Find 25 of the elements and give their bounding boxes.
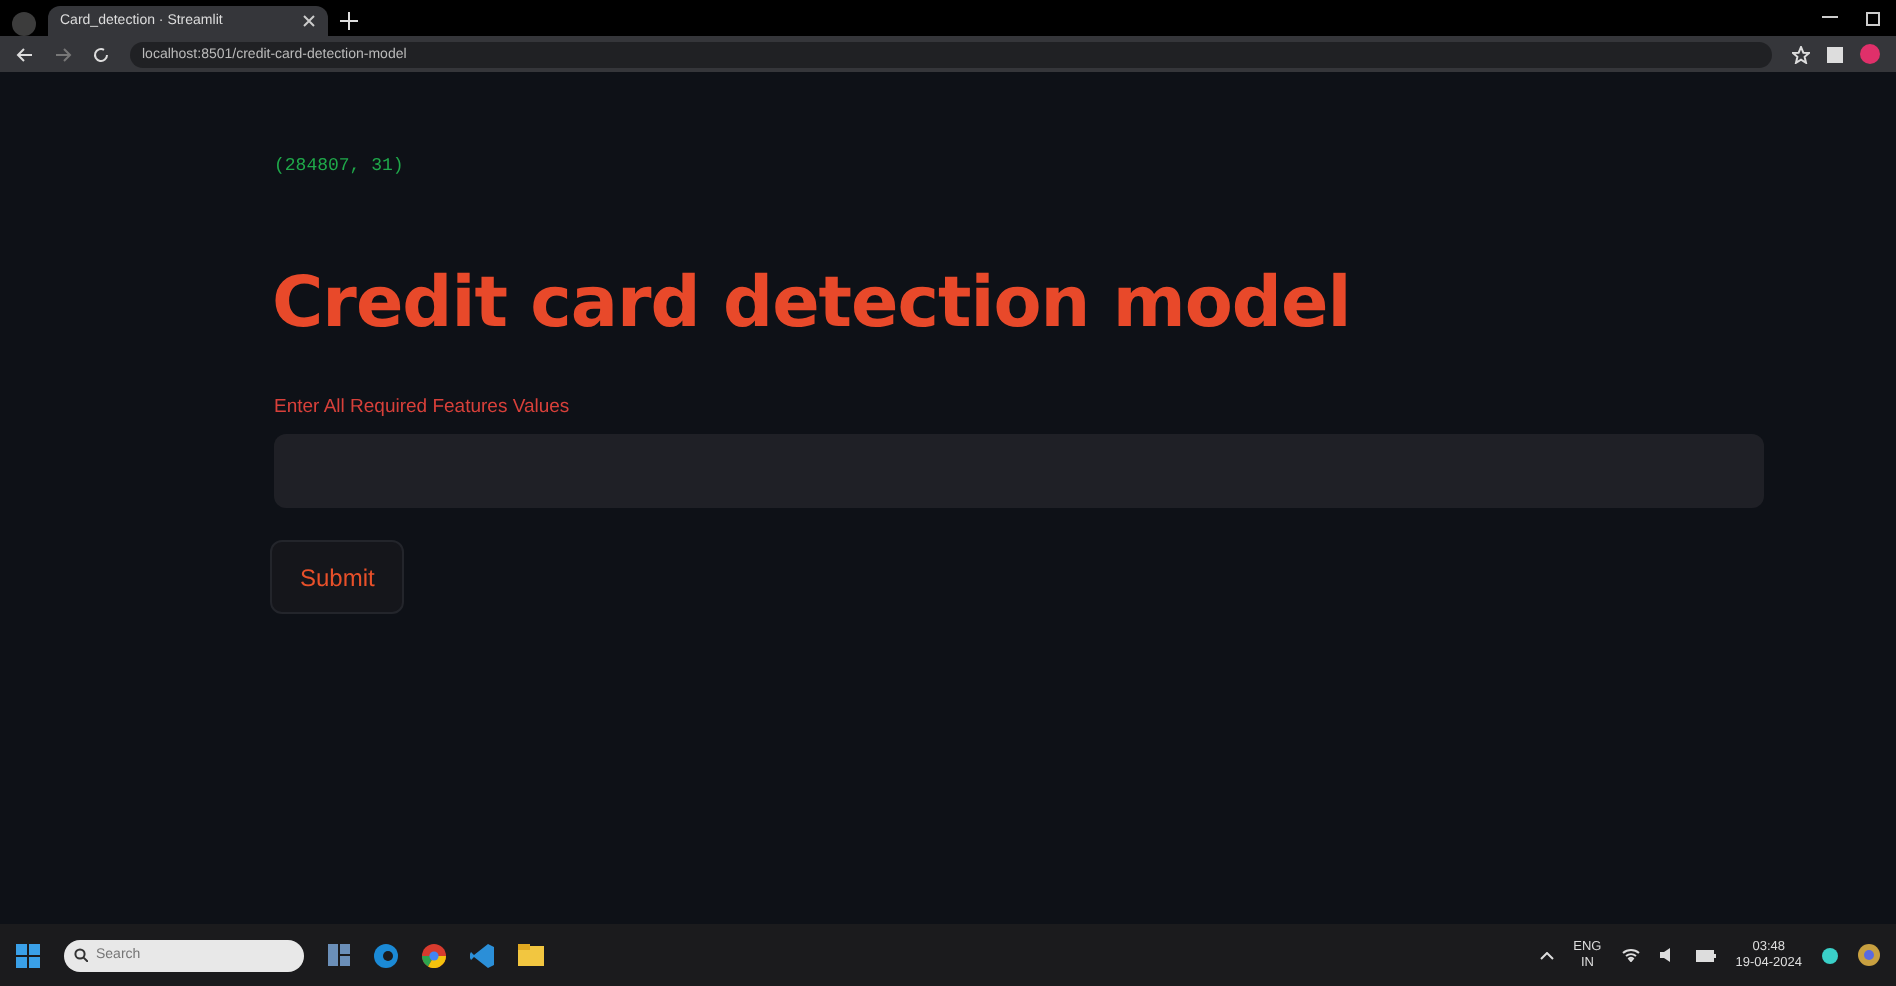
shape-output: (284807, 31) (274, 156, 406, 176)
folder-icon[interactable] (518, 944, 544, 966)
edge-icon[interactable] (374, 943, 398, 967)
submit-button[interactable]: Submit (270, 540, 405, 614)
profile-icon[interactable] (1860, 44, 1880, 64)
task-view-icon[interactable] (328, 944, 350, 966)
start-icon[interactable] (16, 943, 40, 967)
notification-icon[interactable] (1822, 947, 1838, 963)
field-label: Enter All Required Features Values (274, 396, 572, 418)
battery-icon[interactable] (1695, 949, 1716, 961)
chevron-up-icon[interactable] (1539, 951, 1554, 959)
close-icon[interactable] (302, 14, 316, 28)
page-title: Credit card detection model (272, 264, 1353, 344)
wifi-icon[interactable] (1621, 948, 1640, 962)
forward-icon[interactable] (54, 45, 72, 63)
maximize-icon[interactable] (1866, 11, 1880, 25)
star-icon[interactable] (1792, 45, 1810, 63)
new-tab-icon[interactable] (340, 12, 358, 30)
back-icon[interactable] (16, 45, 34, 63)
chrome-icon[interactable] (422, 943, 446, 967)
reload-icon[interactable] (92, 45, 110, 63)
speaker-icon[interactable] (1659, 948, 1676, 962)
minimize-icon[interactable] (1822, 16, 1838, 20)
sidebar-icon[interactable] (1826, 45, 1844, 63)
code-editor-icon[interactable] (470, 943, 494, 967)
